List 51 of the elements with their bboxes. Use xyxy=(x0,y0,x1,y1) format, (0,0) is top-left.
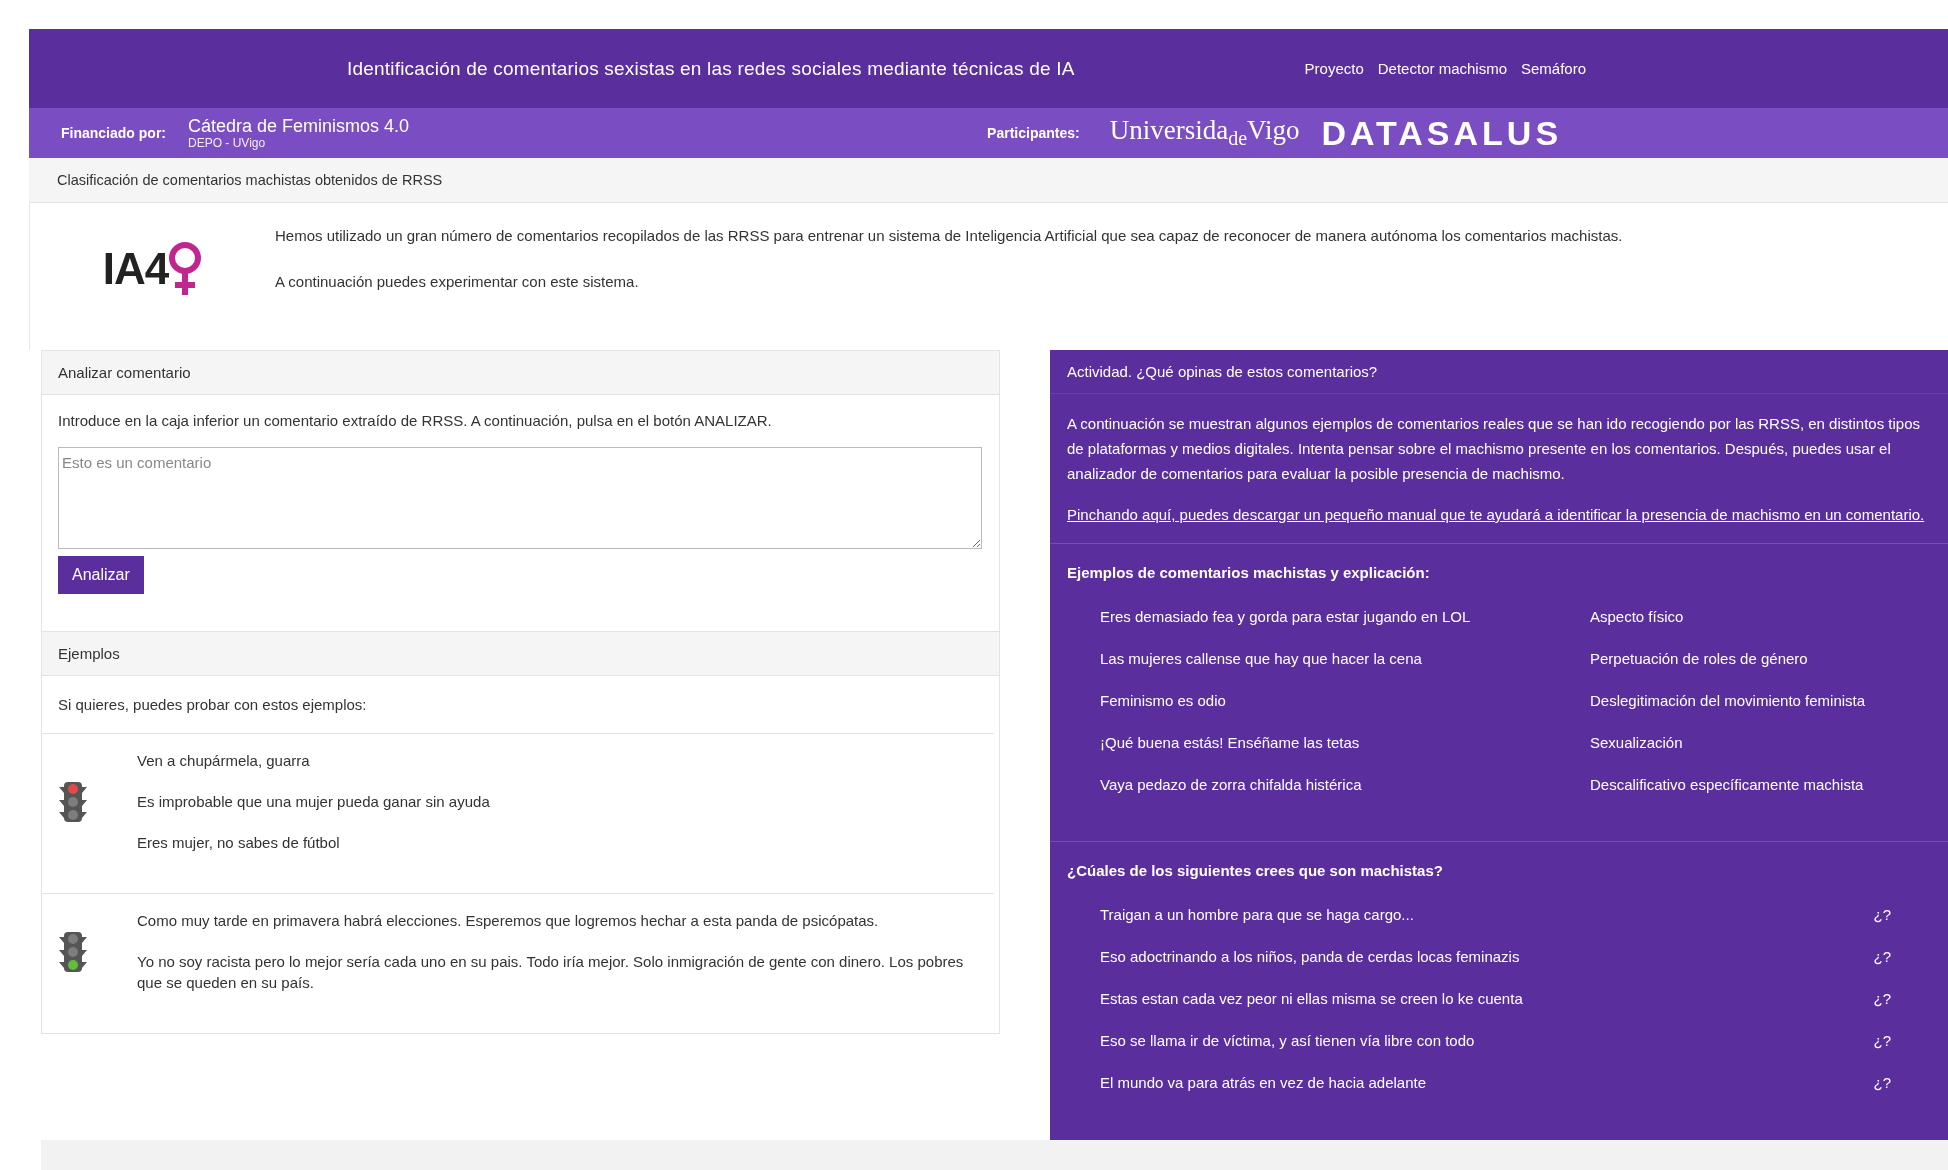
example-comment[interactable]: Eres mujer, no sabes de fútbol xyxy=(137,832,994,853)
funder-name: Cátedra de Feminismos 4.0 xyxy=(188,116,410,136)
funded-by-label: Financiado por: xyxy=(61,125,166,141)
explanation-text: Deslegitimación del movimiento feminista xyxy=(1590,691,1866,709)
comment-input[interactable]: Esto es un comentario xyxy=(58,447,982,549)
example-comment[interactable]: Yo no soy racista pero lo mejor sería cada uno en su pais. Todo iría mejor. Solo inmigración de gente con dinero. Los pobres que se queden en su país. xyxy=(137,951,994,993)
panel-title: Analizar comentario xyxy=(58,364,191,381)
breadcrumb: Clasificación de comentarios machistas obtenidos de RRSS xyxy=(57,172,443,188)
participants-label: Participantes: xyxy=(987,125,1080,141)
explanation-text: Perpetuación de roles de género xyxy=(1590,649,1808,667)
example-comment: Eres demasiado fea y gorda para estar jugando en LOL xyxy=(1100,607,1472,625)
intro-paragraph: Hemos utilizado un gran número de comentarios recopilados de las RRSS para entrenar un sistema de Inteligencia Artificial que sea capaz de reconocer de manera autónoma los comentarios machistas. xyxy=(275,226,1623,246)
explanation-text: Aspecto físico xyxy=(1590,607,1684,625)
section-heading: ¿Cúales de los siguientes crees que son machistas? xyxy=(1067,862,1444,879)
datasalus-logo: DATASALUS xyxy=(1321,113,1563,153)
logo-text: IA4 xyxy=(102,244,169,294)
example-comment[interactable]: Es improbable que una mujer pueda ganar sin ayuda xyxy=(137,791,994,812)
analyze-button[interactable]: Analizar xyxy=(58,556,144,594)
explanation-text: Descalificativo específicamente machista xyxy=(1590,775,1864,793)
quiz-comment: Eso se llama ir de víctima, y así tienen vía libre con todo xyxy=(1100,1031,1475,1049)
intro-paragraph: A continuación puedes experimentar con este sistema. xyxy=(275,272,640,292)
quiz-comment: Eso adoctrinando a los niños, panda de cerdas locas feminazis xyxy=(1100,947,1520,965)
example-comment[interactable]: Como muy tarde en primavera habrá elecciones. Esperemos que logremos hechar a esta panda de psicópatas. xyxy=(137,910,994,931)
example-comment[interactable]: Ven a chupármela, guarra xyxy=(137,750,994,771)
reveal-marker[interactable]: ¿? xyxy=(1873,947,1891,965)
reveal-marker[interactable]: ¿? xyxy=(1873,1031,1891,1049)
nav-link[interactable]: Semáforo xyxy=(1521,60,1587,77)
section-heading: Ejemplos de comentarios machistas y explicación: xyxy=(1067,564,1431,581)
quiz-comment: El mundo va para atrás en vez de hacia adelante xyxy=(1100,1073,1427,1091)
examples-intro: Si quieres, puedes probar con estos ejemplos: xyxy=(58,696,368,713)
manual-download-link[interactable]: Pinchando aquí, puedes descargar un pequeño manual que te ayudará a identificar la presencia de machismo en un comentario. xyxy=(1067,506,1925,523)
funder-subtitle: DEPO - UVigo xyxy=(188,136,267,150)
site-title: Identificación de comentarios sexistas en las redes sociales mediante técnicas de IA xyxy=(347,57,1075,80)
nav-link[interactable]: Detector machismo xyxy=(1377,60,1507,77)
quiz-comment: Traigan a un hombre para que se haga cargo... xyxy=(1100,905,1414,923)
example-comment: Feminismo es odio xyxy=(1100,691,1227,709)
example-comment: Vaya pedazo de zorra chifalda histérica xyxy=(1100,775,1363,793)
panel-title: Actividad. ¿Qué opinas de estos comentarios? xyxy=(1067,363,1378,380)
explanation-text: Sexualización xyxy=(1590,733,1683,751)
reveal-marker[interactable]: ¿? xyxy=(1873,989,1891,1007)
panel-title: Ejemplos xyxy=(58,645,120,662)
university-logo: Universida$_{de}$Vigo xyxy=(1109,115,1300,151)
reveal-marker[interactable]: ¿? xyxy=(1873,1073,1891,1091)
example-comment: Las mujeres callense que hay que hacer la cena xyxy=(1100,649,1423,667)
activity-description: A continuación se muestran algunos ejemplos de comentarios reales que se han ido recogiendo por las RRSS, en distintos tipos de plataformas y medios digitales. Intenta pensar sobre el machismo presente en los comentarios. Después, puedes usar el analizador de comentarios para evaluar la posible presencia de machismo. xyxy=(1067,414,1921,484)
quiz-comment: Estas estan cada vez peor ni ellas misma se creen lo ke cuenta xyxy=(1100,989,1523,1007)
instructions-text: Introduce en la caja inferior un comentario extraído de RRSS. A continuación, pulsa en el botón ANALIZAR. xyxy=(58,412,773,429)
example-comment: ¡Qué buena estás! Enséñame las tetas xyxy=(1100,733,1361,751)
reveal-marker[interactable]: ¿? xyxy=(1873,905,1891,923)
female-symbol-icon xyxy=(168,241,203,297)
nav-link[interactable]: Proyecto xyxy=(1304,60,1364,77)
